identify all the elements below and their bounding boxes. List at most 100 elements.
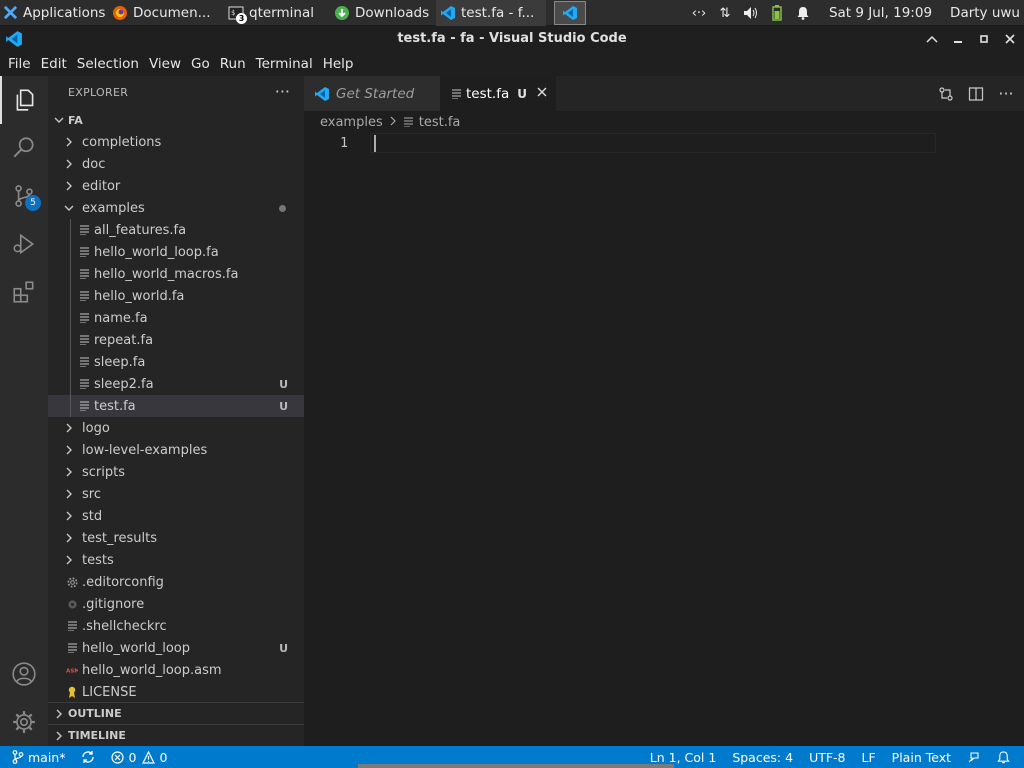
vscode-icon <box>563 5 577 20</box>
firefox-icon <box>112 5 128 21</box>
tree-file[interactable]: .shellcheckrc <box>48 615 304 637</box>
tree-file[interactable]: hello_world_loop.fa <box>48 241 304 263</box>
taskbar-item-qterminal[interactable]: $_ 3 qterminal <box>224 0 326 26</box>
untracked-indicator: U <box>279 399 288 413</box>
more-actions-icon[interactable]: ··· <box>275 82 290 101</box>
editor-actions: ··· <box>936 76 1016 111</box>
menu-file[interactable]: File <box>4 56 35 72</box>
account-icon <box>12 662 36 686</box>
workspace-pager-button[interactable] <box>554 0 586 25</box>
window-controls <box>922 26 1020 51</box>
problems-indicator[interactable]: 0 0 <box>103 746 175 768</box>
accounts-button[interactable] <box>0 650 48 698</box>
menu-terminal[interactable]: Terminal <box>252 56 317 72</box>
tree-folder[interactable]: doc <box>48 153 304 175</box>
menu-go[interactable]: Go <box>187 56 214 72</box>
tree-folder[interactable]: editor <box>48 175 304 197</box>
source-control-view-button[interactable] <box>0 172 48 220</box>
indentation[interactable]: Spaces: 4 <box>724 746 801 768</box>
taskbar-item-vscode[interactable]: test.fa - f... <box>436 0 546 26</box>
tree-file[interactable]: hello_world_macros.fa <box>48 263 304 285</box>
more-actions-icon[interactable]: ··· <box>996 84 1016 104</box>
tree-folder[interactable]: logo <box>48 417 304 439</box>
maximize-up-icon[interactable] <box>922 29 942 49</box>
extensions-view-button[interactable] <box>0 268 48 316</box>
code-line[interactable]: 1 <box>304 133 936 153</box>
bell-icon[interactable] <box>793 3 813 23</box>
tree-file[interactable]: hello_world_loop U <box>48 637 304 659</box>
language-mode[interactable]: Plain Text <box>884 746 959 768</box>
timeline-section-header[interactable]: TIMELINE <box>48 724 304 746</box>
folder-label: completions <box>82 134 162 150</box>
feedback-button[interactable] <box>959 746 989 768</box>
breadcrumb-file[interactable]: test.fa <box>419 115 461 130</box>
clock[interactable]: Sat 9 Jul, 19:09 <box>829 5 932 21</box>
taskbar-item-downloads[interactable]: Downloads <box>330 0 436 26</box>
tree-folder[interactable]: tests <box>48 549 304 571</box>
tree-file[interactable]: all_features.fa <box>48 219 304 241</box>
applications-menu-button[interactable]: Applications ☰ <box>0 0 108 26</box>
end-of-line[interactable]: LF <box>854 746 884 768</box>
volume-icon[interactable] <box>741 3 761 23</box>
file-label: test.fa <box>94 398 136 414</box>
open-changes-icon[interactable] <box>936 84 956 104</box>
updown-arrows-icon[interactable]: ⇅ <box>715 3 735 23</box>
overview-ruler[interactable] <box>1010 133 1024 746</box>
breadcrumb-folder[interactable]: examples <box>320 115 383 130</box>
close-button[interactable] <box>1000 29 1020 49</box>
file-label: hello_world_macros.fa <box>94 266 239 282</box>
tree-folder[interactable]: low-level-examples <box>48 439 304 461</box>
menu-selection[interactable]: Selection <box>73 56 143 72</box>
menu-run[interactable]: Run <box>216 56 250 72</box>
split-editor-icon[interactable] <box>966 84 986 104</box>
text-file-icon <box>78 311 90 325</box>
branch-indicator[interactable]: main* <box>0 746 73 768</box>
tree-file[interactable]: LICENSE <box>48 681 304 703</box>
git-branch-icon <box>12 750 24 764</box>
tab-test-fa[interactable]: test.fa U <box>440 76 556 111</box>
chevron-down-icon <box>52 113 66 127</box>
tab-get-started[interactable]: Get Started <box>304 76 440 111</box>
tree-file[interactable]: .gitignore <box>48 593 304 615</box>
tree-file[interactable]: .editorconfig <box>48 571 304 593</box>
explorer-root-folder[interactable]: FA <box>48 109 304 131</box>
file-tree: completions doc editor examples all_features… <box>48 131 304 703</box>
minimize-button[interactable] <box>948 29 968 49</box>
tree-folder[interactable]: completions <box>48 131 304 153</box>
tree-folder[interactable]: examples <box>48 197 304 219</box>
outline-section-header[interactable]: OUTLINE <box>48 702 304 724</box>
menu-view[interactable]: View <box>145 56 185 72</box>
chevron-right-icon <box>52 729 66 743</box>
tree-file[interactable]: sleep2.fa U <box>48 373 304 395</box>
tree-file[interactable]: test.fa U <box>48 395 304 417</box>
explorer-view-button[interactable] <box>0 76 48 124</box>
close-tab-icon[interactable] <box>537 86 547 101</box>
tree-file[interactable]: repeat.fa <box>48 329 304 351</box>
menu-help[interactable]: Help <box>319 56 358 72</box>
tree-folder[interactable]: std <box>48 505 304 527</box>
battery-icon[interactable] <box>767 3 787 23</box>
manage-button[interactable] <box>0 698 48 746</box>
text-cursor <box>374 135 376 152</box>
restore-button[interactable] <box>974 29 994 49</box>
sync-button[interactable] <box>73 746 103 768</box>
search-view-button[interactable] <box>0 124 48 172</box>
tree-folder[interactable]: src <box>48 483 304 505</box>
menu-edit[interactable]: Edit <box>37 56 71 72</box>
folder-label: tests <box>82 552 114 568</box>
taskbar-item-firefox[interactable]: Documen... <box>108 0 218 26</box>
vscode-logo-icon <box>2 28 26 50</box>
encoding[interactable]: UTF-8 <box>801 746 853 768</box>
tree-file[interactable]: name.fa <box>48 307 304 329</box>
gear-file-icon <box>66 575 78 589</box>
tree-file[interactable]: hello_world.fa <box>48 285 304 307</box>
tree-folder[interactable]: test_results <box>48 527 304 549</box>
horizontal-scrollbar[interactable] <box>358 764 674 768</box>
user-menu[interactable]: Darty uwu <box>950 5 1020 21</box>
tree-file[interactable]: ASM hello_world_loop.asm <box>48 659 304 681</box>
network-arrows-icon[interactable]: ‹·› <box>689 3 709 23</box>
tree-folder[interactable]: scripts <box>48 461 304 483</box>
run-debug-view-button[interactable] <box>0 220 48 268</box>
tree-file[interactable]: sleep.fa <box>48 351 304 373</box>
notifications-button[interactable] <box>989 746 1018 768</box>
